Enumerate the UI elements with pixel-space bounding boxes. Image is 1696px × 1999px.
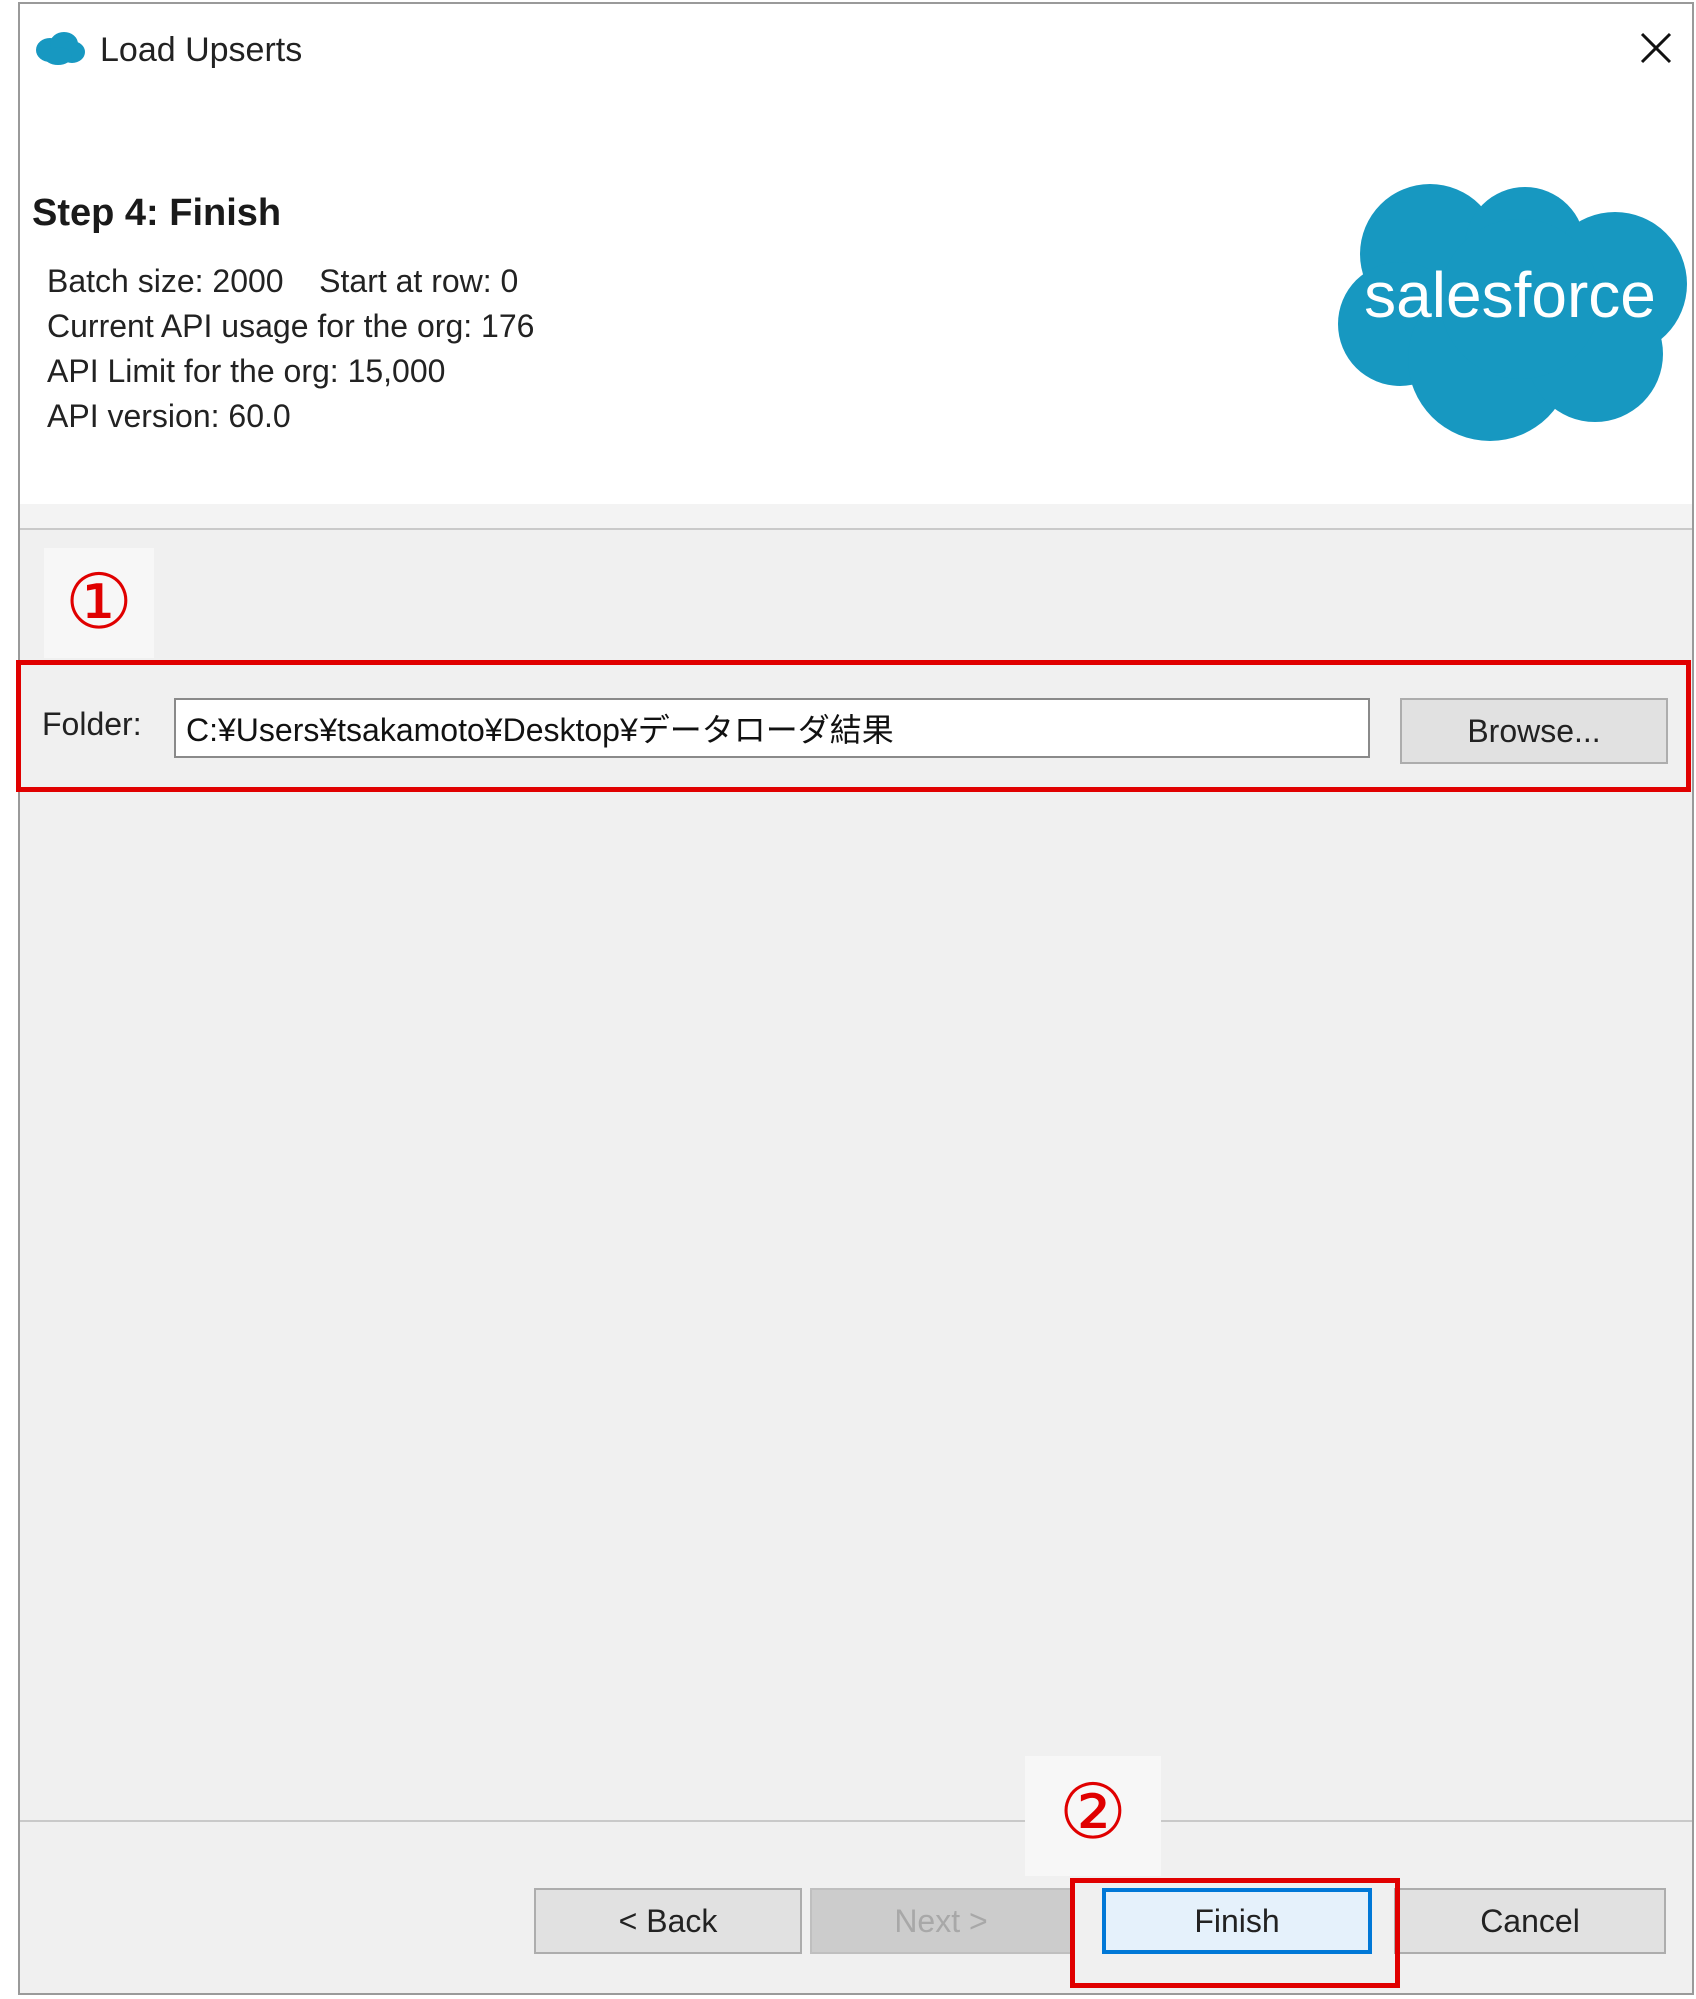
annotation-marker-1: ① [44, 548, 154, 658]
api-limit-text: API Limit for the org: 15,000 [47, 353, 446, 389]
salesforce-logo-text: salesforce [1364, 259, 1656, 331]
load-info: Batch size: 2000 Start at row: 0 Current… [47, 259, 534, 439]
close-icon[interactable] [1626, 18, 1686, 78]
wizard-content: ① Folder: Browse... [16, 530, 1692, 1820]
finish-highlight-box [1070, 1878, 1400, 1988]
header-divider [20, 504, 1692, 530]
folder-label: Folder: [42, 706, 142, 742]
annotation-marker-2: ② [1025, 1756, 1161, 1876]
next-button[interactable]: Next > [810, 1888, 1072, 1954]
wizard-header: Step 4: Finish Batch size: 2000 Start at… [20, 99, 1692, 504]
title-bar: Load Upserts [20, 4, 1692, 99]
load-upserts-dialog: Load Upserts Step 4: Finish Batch size: … [16, 2, 1694, 1995]
api-version-text: API version: 60.0 [47, 398, 291, 434]
step-title: Step 4: Finish [32, 192, 282, 234]
api-usage-text: Current API usage for the org: 176 [47, 308, 535, 344]
back-button[interactable]: < Back [534, 1888, 802, 1954]
cancel-button[interactable]: Cancel [1394, 1888, 1666, 1954]
wizard-footer: ② < Back Next > Finish Cancel [20, 1756, 1692, 1992]
folder-path-input[interactable] [174, 698, 1370, 758]
batch-size-text: Batch size: 2000 Start at row: 0 [47, 263, 519, 299]
salesforce-cloud-icon [36, 32, 85, 65]
window-title: Load Upserts [100, 31, 303, 69]
salesforce-logo: salesforce [1338, 184, 1687, 441]
browse-button[interactable]: Browse... [1400, 698, 1668, 764]
